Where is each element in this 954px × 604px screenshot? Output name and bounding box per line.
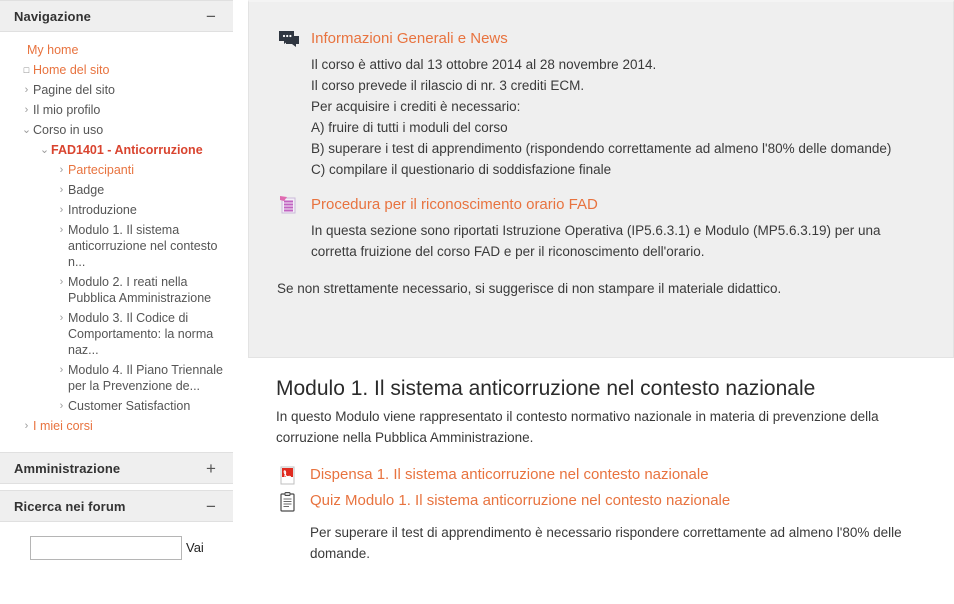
forum-search-row: Vai — [0, 526, 233, 560]
chevron-right-icon[interactable]: › — [55, 182, 68, 198]
folder-resource-icon — [277, 195, 301, 217]
block-header-navigazione: Navigazione − — [0, 0, 233, 32]
chevron-right-icon[interactable]: › — [55, 222, 68, 238]
collapse-icon[interactable]: − — [203, 498, 219, 515]
nav-item-label: Modulo 3. Il Codice di Comportamento: la… — [68, 311, 214, 357]
nav-item[interactable]: › Modulo 3. Il Codice di Comportamento: l… — [0, 308, 233, 360]
forum-search-input[interactable] — [30, 536, 182, 560]
fad-note: Se non strettamente necessario, si sugge… — [277, 281, 782, 296]
chevron-down-icon[interactable]: ⌄ — [38, 142, 51, 158]
nav-item-label: I miei corsi — [33, 419, 93, 433]
quiz-note: Per superare il test di apprendimento è … — [310, 525, 902, 561]
activity-forum[interactable]: Informazioni Generali e News — [277, 28, 925, 50]
nav-item[interactable]: › Partecipanti — [0, 160, 233, 180]
block-ricerca-nei-forum: Ricerca nei forum − Vai — [0, 490, 233, 570]
nav-item[interactable]: › Introduzione — [0, 200, 233, 220]
nav-item-label: Modulo 4. Il Piano Triennale per la Prev… — [68, 363, 223, 393]
page-root: Navigazione − My home □ Home del sito › Pagi… — [0, 0, 954, 604]
block-navigazione: Navigazione − My home □ Home del sito › Pagi… — [0, 0, 233, 446]
block-title: Amministrazione — [14, 460, 121, 476]
nav-item-label: Partecipanti — [68, 163, 135, 177]
nav-item[interactable]: My home — [0, 40, 233, 60]
fad-text: In questa sezione sono riportati Istruzi… — [277, 220, 925, 262]
navigation-tree: My home □ Home del sito › Pagine del sito › Il… — [0, 32, 233, 446]
main-content: Informazioni Generali e News Il corso è … — [248, 0, 954, 604]
expand-icon[interactable]: + — [203, 460, 219, 477]
chevron-right-icon[interactable]: › — [20, 418, 33, 434]
section-general: Informazioni Generali e News Il corso è … — [248, 0, 954, 358]
block-title: Ricerca nei forum — [14, 498, 126, 514]
general-line: Per acquisire i crediti è necessario: — [311, 99, 521, 114]
nav-item[interactable]: › Modulo 4. Il Piano Triennale per la Pre… — [0, 360, 233, 396]
nav-item-label: Home del sito — [33, 63, 110, 77]
nav-item[interactable]: › I miei corsi — [0, 416, 233, 436]
nav-item-label: Corso in uso — [33, 123, 104, 137]
nav-item[interactable]: › Modulo 2. I reati nella Pubblica Ammini… — [0, 272, 233, 308]
quiz-clipboard-icon — [276, 491, 300, 513]
square-icon[interactable]: □ — [20, 62, 33, 78]
chevron-right-icon[interactable]: › — [55, 202, 68, 218]
nav-item[interactable]: › Pagine del sito — [0, 80, 233, 100]
modulo-description: In questo Modulo viene rappresentato il … — [276, 409, 879, 445]
sidebar: Navigazione − My home □ Home del sito › Pagi… — [0, 0, 233, 604]
nav-item[interactable]: □ Home del sito — [0, 60, 233, 80]
chevron-right-icon[interactable]: › — [55, 162, 68, 178]
nav-item-label: My home — [27, 43, 79, 57]
nav-item-label: Introduzione — [68, 203, 137, 217]
nav-item[interactable]: › Customer Satisfaction — [0, 396, 233, 416]
page-title: Modulo 1. Il sistema anticorruzione nel … — [276, 377, 816, 400]
general-text: Il corso è attivo dal 13 ottobre 2014 al… — [277, 54, 925, 180]
link-procedura-fad[interactable]: Procedura per il riconoscimento orario F… — [311, 194, 598, 216]
collapse-icon[interactable]: − — [203, 8, 219, 25]
link-informazioni-generali[interactable]: Informazioni Generali e News — [311, 28, 508, 50]
nav-item[interactable]: › Badge — [0, 180, 233, 200]
forum-search-go-button[interactable]: Vai — [182, 536, 204, 560]
general-line: B) superare i test di apprendimento (ris… — [311, 141, 892, 156]
chevron-right-icon[interactable]: › — [55, 362, 68, 378]
nav-item-label: Badge — [68, 183, 105, 197]
forum-search-body: Vai — [0, 522, 233, 570]
nav-item-label: Modulo 2. I reati nella Pubblica Amminis… — [68, 275, 212, 305]
link-quiz-modulo-1[interactable]: Quiz Modulo 1. Il sistema anticorruzione… — [310, 490, 730, 512]
link-dispensa-1[interactable]: Dispensa 1. Il sistema anticorruzione ne… — [310, 464, 709, 486]
block-amministrazione: Amministrazione + — [0, 452, 233, 484]
activity-quiz[interactable]: Quiz Modulo 1. Il sistema anticorruzione… — [276, 490, 926, 512]
block-header-amministrazione[interactable]: Amministrazione + — [0, 452, 233, 484]
nav-item-label: Modulo 1. Il sistema anticorruzione nel … — [68, 223, 218, 269]
activity-dispensa-pdf[interactable]: Dispensa 1. Il sistema anticorruzione ne… — [276, 464, 926, 486]
nav-item-label: Il mio profilo — [33, 103, 101, 117]
block-title: Navigazione — [14, 8, 91, 24]
nav-item[interactable]: ⌄ FAD1401 - Anticorruzione — [0, 140, 233, 160]
fad-body: In questa sezione sono riportati Istruzi… — [311, 223, 881, 259]
general-line: C) compilare il questionario di soddisfa… — [311, 162, 612, 177]
general-line: Il corso prevede il rilascio di nr. 3 cr… — [311, 78, 585, 93]
chevron-right-icon[interactable]: › — [55, 310, 68, 326]
general-line: A) fruire di tutti i moduli del corso — [311, 120, 508, 135]
nav-item[interactable]: › Modulo 1. Il sistema anticorruzione nel… — [0, 220, 233, 272]
pdf-icon — [276, 465, 300, 487]
block-header-ricerca: Ricerca nei forum − — [0, 490, 233, 522]
chevron-down-icon[interactable]: ⌄ — [20, 122, 33, 138]
chevron-right-icon[interactable]: › — [20, 82, 33, 98]
section-modulo-1: Modulo 1. Il sistema anticorruzione nel … — [248, 358, 954, 574]
activity-fad[interactable]: Procedura per il riconoscimento orario F… — [277, 194, 925, 216]
chevron-right-icon[interactable]: › — [55, 398, 68, 414]
nav-tree-list: My home □ Home del sito › Pagine del sito › Il… — [0, 40, 233, 436]
chevron-right-icon[interactable]: › — [20, 102, 33, 118]
nav-item[interactable]: ⌄ Corso in uso — [0, 120, 233, 140]
nav-item-label: Customer Satisfaction — [68, 399, 191, 413]
chevron-right-icon[interactable]: › — [55, 274, 68, 290]
general-line: Il corso è attivo dal 13 ottobre 2014 al… — [311, 57, 657, 72]
nav-item-label: Pagine del sito — [33, 83, 116, 97]
nav-item[interactable]: › Il mio profilo — [0, 100, 233, 120]
nav-item-label: FAD1401 - Anticorruzione — [51, 143, 203, 157]
forum-icon — [277, 29, 301, 51]
